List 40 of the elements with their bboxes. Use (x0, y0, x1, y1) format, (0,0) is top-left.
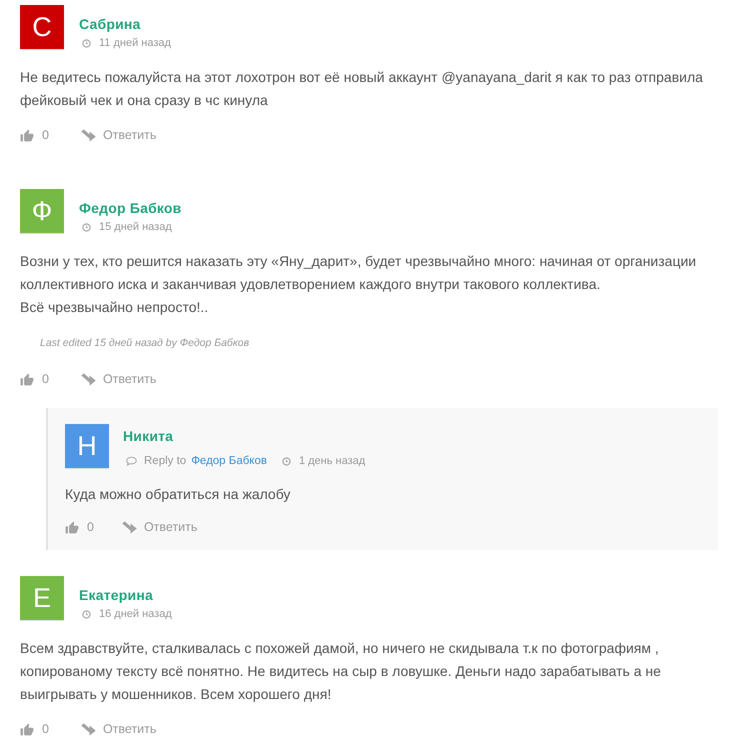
speech-bubble-icon (126, 456, 137, 466)
avatar: С (20, 5, 64, 50)
comment-text: Куда можно обратиться на жалобу (65, 485, 292, 504)
reply-button[interactable]: Ответить (80, 719, 156, 739)
author-name: Никита (123, 428, 174, 445)
thumbs-up-icon (20, 722, 34, 736)
clock-icon (82, 38, 91, 48)
like-button[interactable]: 0 (20, 719, 49, 739)
clock-icon (282, 456, 291, 466)
comment-text: Всем здравствуйте, сталкивалась с похожей дамой, но ничего не скидывала т.к по фотографиям , копированому тексту всё понятно. Не видитесь на сыр в ловушке. Деньги надо зарабатывать а не выигрывать у мошенников. Всем хорошего дня! (20, 639, 662, 704)
arrow-icon (80, 722, 96, 736)
clock-icon (82, 222, 91, 232)
like-button[interactable]: 0 (65, 517, 94, 537)
reply-button[interactable]: Ответить (122, 517, 198, 537)
reply-to-label: Reply to (144, 455, 186, 467)
reply-to-link[interactable]: Федор Бабков (191, 455, 267, 467)
comment-time: 15 дней назад (99, 221, 172, 233)
arrow-icon (122, 520, 137, 534)
thumbs-up-icon (65, 520, 79, 534)
author-name: Сабрина (79, 16, 142, 33)
avatar: Н (65, 424, 109, 469)
comment-time: 1 день назад (298, 455, 366, 467)
arrow-icon (80, 372, 96, 386)
comment-time: 11 дней назад (99, 37, 171, 49)
edit-note: Last edited 15 дней назад by Федор Бабков (40, 336, 250, 350)
avatar: Е (20, 576, 64, 621)
comment-text: Возни у тех, кто решится наказать эту «Яну_дарит», будет чрезвычайно много: начиная от организации коллективного иска и заканчивая удовлетворением каждого внутри такового коллектива. Всё чрезвычайно непросто!.. (20, 252, 698, 317)
author-name: Екатерина (79, 587, 154, 604)
author-name: Федор Бабков (79, 200, 182, 217)
reply-button[interactable]: Ответить (80, 125, 156, 145)
reply-button[interactable]: Ответить (80, 369, 156, 389)
arrow-icon (80, 128, 96, 142)
like-button[interactable]: 0 (20, 369, 49, 389)
thumbs-up-icon (20, 128, 34, 142)
clock-icon (82, 610, 91, 618)
avatar: Ф (20, 189, 64, 234)
like-button[interactable]: 0 (20, 125, 49, 145)
comment-time: 16 дней назад (99, 608, 172, 620)
comment-text: Не ведитесь пожалуйста на этот лохотрон вот её новый аккаунт @yanayana_darit я как то раз отправила фейковый чек и она сразу в чс кинула (20, 68, 704, 110)
thumbs-up-icon (20, 372, 34, 386)
